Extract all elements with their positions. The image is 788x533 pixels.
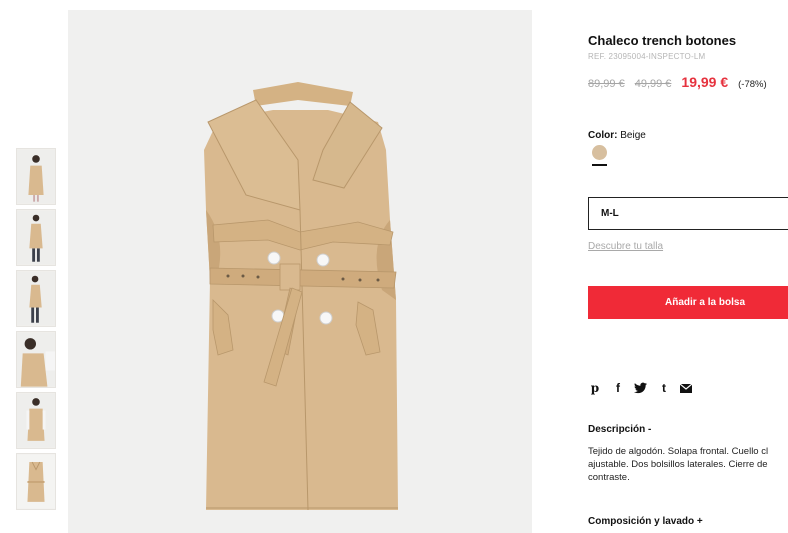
twitter-icon[interactable] [634,382,648,394]
previous-price: 49,99 € [634,78,672,90]
trench-vest-illustration [68,10,532,533]
color-label-title: Color: [588,130,618,141]
thumbnail-4[interactable] [16,331,56,388]
composition-toggle[interactable]: Composición y lavado + [588,516,703,527]
thumbnail-6[interactable] [16,453,56,510]
original-price: 89,99 € [588,78,625,90]
size-guide-link[interactable]: Descubre tu talla [588,241,663,252]
description-line-2: ajustable. Dos bolsillos laterales. Cier… [588,459,768,470]
color-swatch-beige[interactable] [592,145,607,160]
color-label: Color: Beige [588,130,646,141]
thumbnail-2[interactable] [16,209,56,266]
tumblr-icon[interactable]: t [657,381,671,395]
color-value: Beige [620,130,646,141]
thumbnail-3[interactable] [16,270,56,327]
facebook-icon[interactable]: f [611,381,625,395]
description-toggle[interactable]: Descripción - [588,424,651,435]
share-icons: p f t [588,381,694,395]
sale-price: 19,99 € [681,74,729,90]
product-title: Chaleco trench botones [588,33,737,48]
price-row: 89,99 € 49,99 € 19,99 € (-78%) [588,74,767,90]
swatch-selected-indicator [592,164,607,166]
thumbnail-1[interactable] [16,148,56,205]
thumbnail-5[interactable] [16,392,56,449]
size-select[interactable]: M-L [588,197,788,230]
description-text: Tejido de algodón. Solapa frontal. Cuell… [588,445,788,484]
main-product-image [68,10,532,533]
add-to-bag-button[interactable]: Añadir a la bolsa [588,286,788,319]
discount-badge: (-78%) [738,79,767,90]
product-info-panel: Chaleco trench botones REF. 23095004-INS… [588,0,788,533]
thumbnail-strip [16,148,56,514]
description-line-1: Tejido de algodón. Solapa frontal. Cuell… [588,446,769,457]
description-line-3: contraste. [588,472,630,483]
email-icon[interactable] [680,383,694,393]
product-reference: REF. 23095004-INSPECTO-LM [588,52,706,61]
pinterest-icon[interactable]: p [588,381,602,395]
